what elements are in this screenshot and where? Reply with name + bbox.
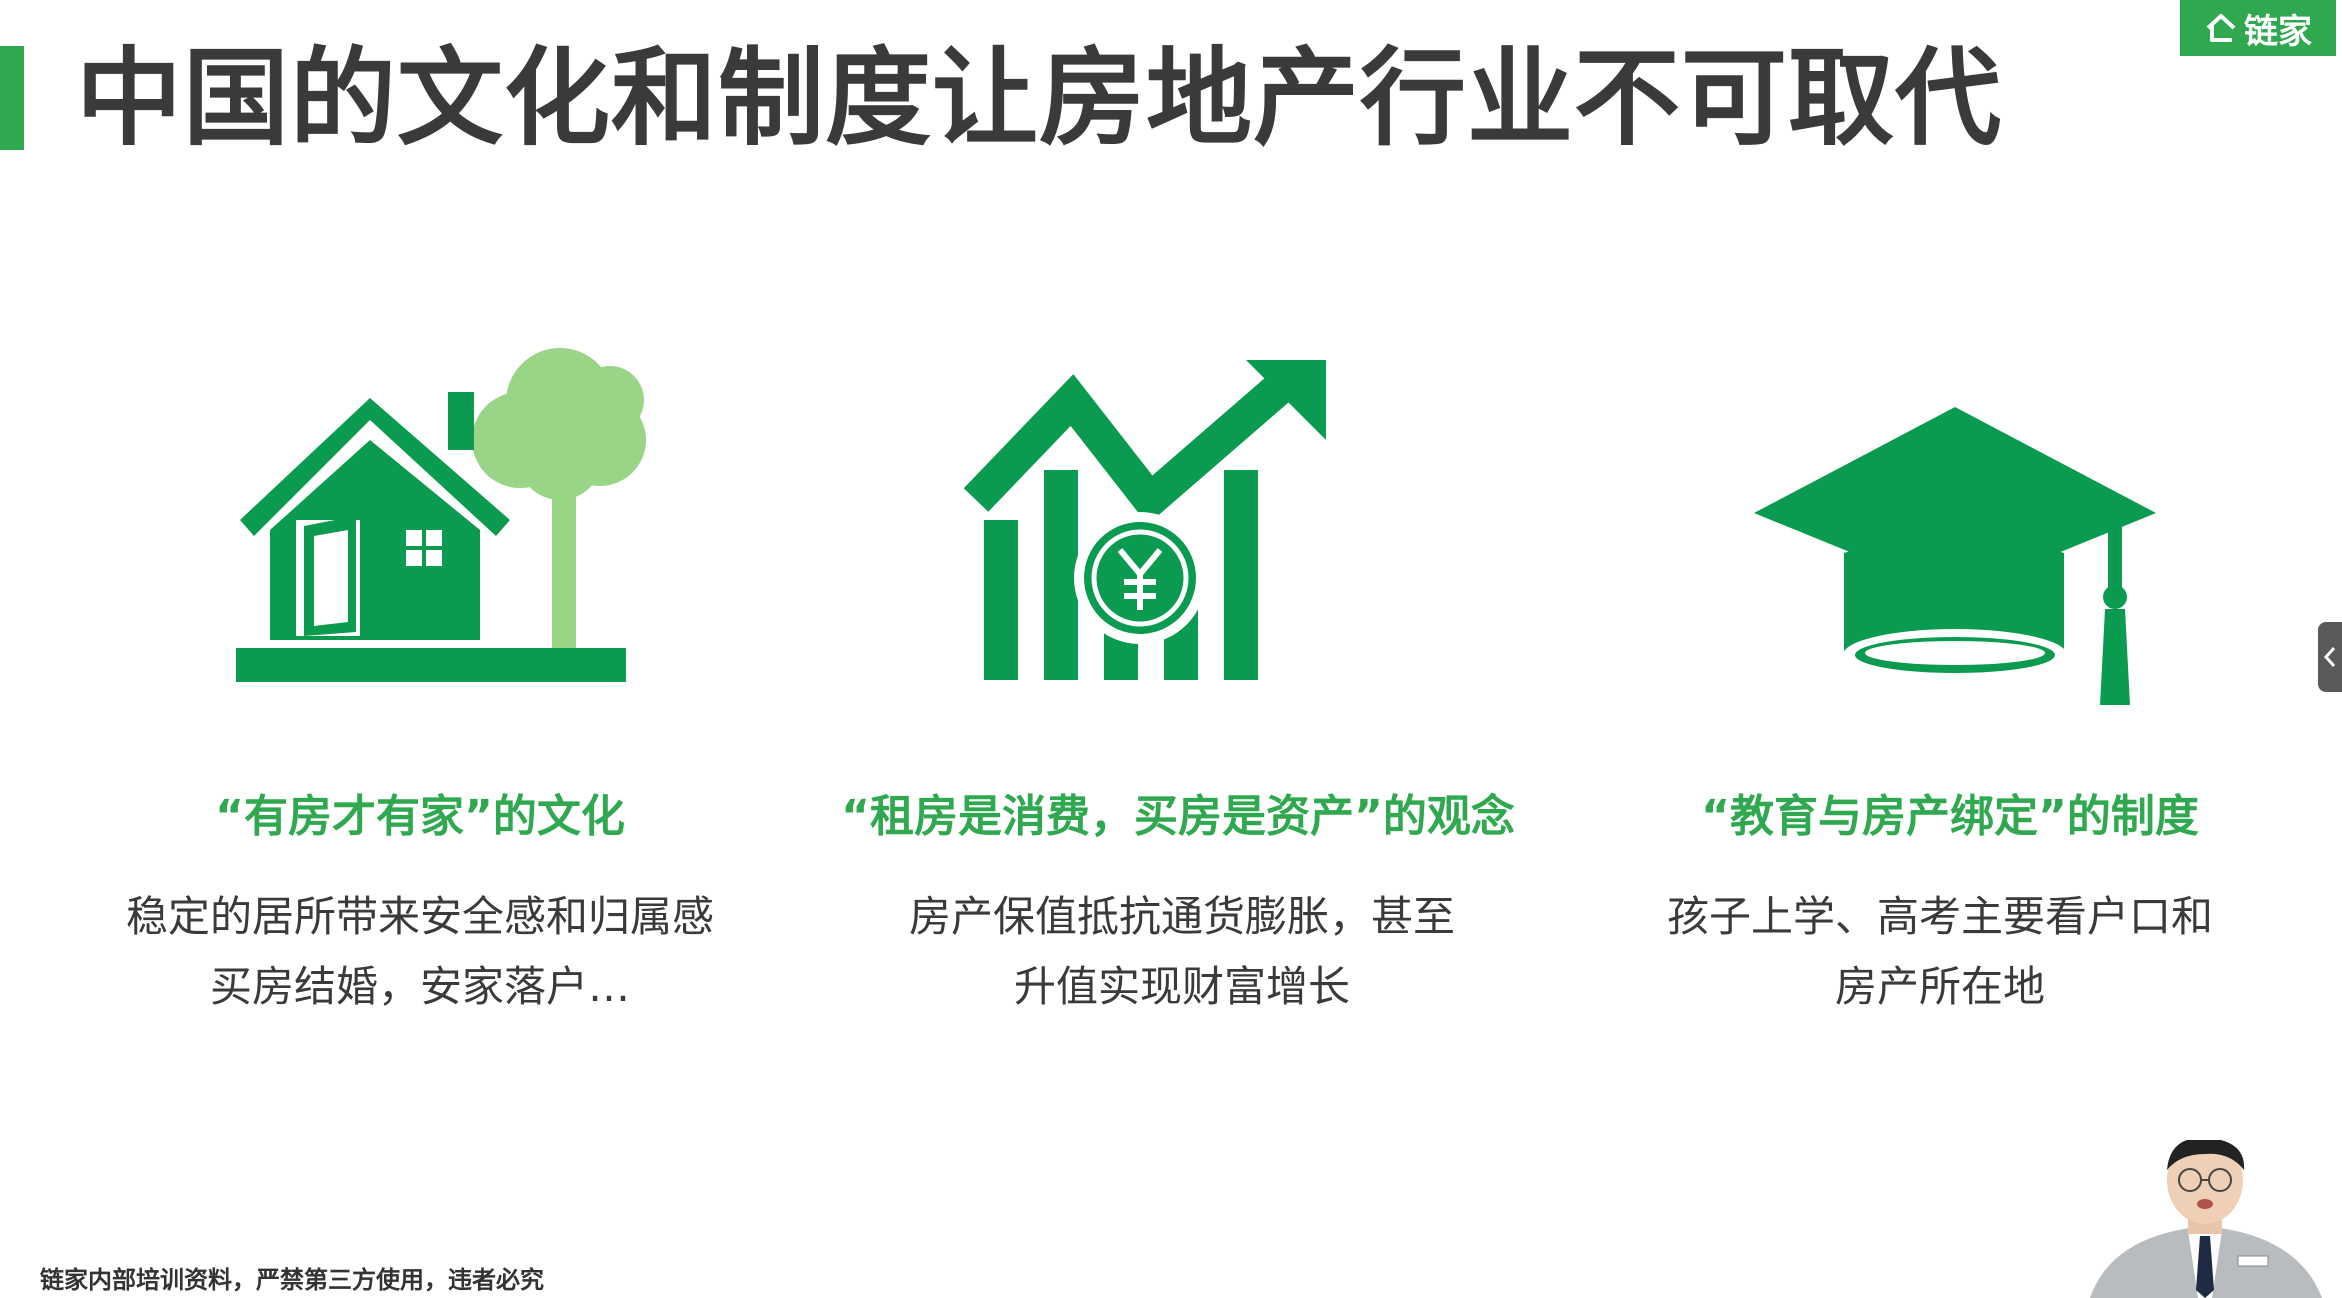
column-1-line-2: 买房结婚，安家落户…: [209, 962, 630, 1011]
column-2-description: 房产保值抵抗通货膨胀，甚至 升值实现财富增长: [812, 882, 1552, 1022]
chevron-left-icon: [2323, 647, 2336, 667]
column-3-heading: “教育与房产绑定”的制度: [1701, 791, 2199, 842]
column-3-description: 孩子上学、高考主要看户口和 房产所在地: [1570, 882, 2310, 1022]
column-3-line-2: 房产所在地: [1834, 962, 2045, 1011]
house-outline-icon: [2206, 14, 2236, 42]
column-3-line-1: 孩子上学、高考主要看户口和: [1666, 892, 2213, 941]
column-2-line-2: 升值实现财富增长: [1013, 962, 1350, 1011]
column-2-line-1: 房产保值抵抗通货膨胀，甚至: [908, 892, 1455, 941]
column-2-heading: “租房是消费，买房是资产”的观念: [841, 791, 1515, 842]
brand-name: 链家: [2244, 11, 2312, 52]
side-panel-toggle[interactable]: [2318, 622, 2342, 692]
growth-chart-yuan-icon: [960, 360, 1340, 690]
presenter-video-thumbnail[interactable]: [2070, 1140, 2342, 1298]
column-1-line-1: 稳定的居所带来安全感和归属感: [125, 892, 714, 941]
column-1-description: 稳定的居所带来安全感和归属感 买房结婚，安家落户…: [50, 882, 790, 1022]
house-tree-icon: [230, 340, 670, 690]
column-1-heading: “有房才有家”的文化: [215, 791, 625, 842]
brand-logo: 链家: [2180, 0, 2336, 56]
title-accent-bar: [0, 46, 24, 150]
footer-disclaimer: 链家内部培训资料，严禁第三方使用，违者必究: [40, 1266, 544, 1294]
graduation-cap-icon: [1750, 405, 2160, 715]
page-title: 中国的文化和制度让房地产行业不可取代: [76, 37, 2002, 160]
